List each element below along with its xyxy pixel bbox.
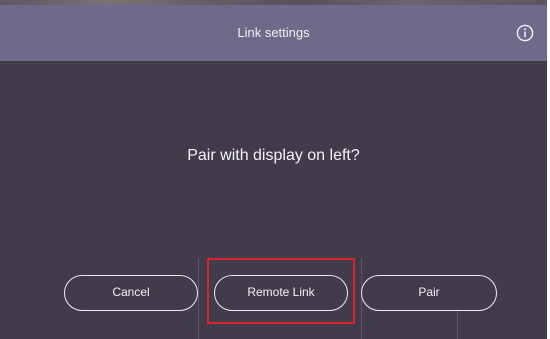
cancel-button[interactable]: Cancel <box>64 275 198 311</box>
remote-link-button[interactable]: Remote Link <box>214 275 348 311</box>
pair-button[interactable]: Pair <box>361 275 497 311</box>
button-divider <box>198 258 199 339</box>
pair-prompt-text: Pair with display on left? <box>187 147 360 164</box>
page-title: Link settings <box>237 25 310 40</box>
title-bar: Link settings <box>0 5 547 61</box>
dialog-body: Pair with display on left? Cancel Remote… <box>0 61 547 339</box>
button-divider <box>457 309 458 339</box>
link-settings-window: Link settings Pair with display on left?… <box>0 0 547 339</box>
info-icon[interactable] <box>516 24 534 42</box>
